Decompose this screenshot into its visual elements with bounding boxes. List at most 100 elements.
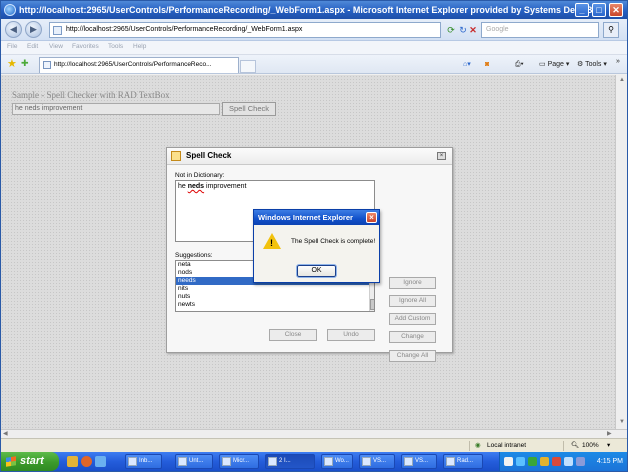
menu-file[interactable]: File — [7, 43, 17, 50]
scroll-left-icon[interactable]: ◀ — [3, 430, 8, 437]
update-tray-icon[interactable] — [540, 457, 549, 466]
minimize-button[interactable]: _ — [575, 3, 589, 17]
search-icon[interactable]: ⚲ — [603, 22, 619, 38]
taskbar-item-label: Rad... — [457, 458, 474, 464]
close-button[interactable]: Close — [269, 329, 317, 341]
add-favorites-icon[interactable]: ✚ — [21, 58, 29, 69]
suggestion-item[interactable]: nuts — [176, 293, 374, 301]
visual-studio-icon — [404, 457, 413, 466]
new-tab-button[interactable] — [240, 60, 256, 73]
taskbar-item-label: Micr... — [233, 458, 249, 464]
home-icon[interactable]: ⌂▾ — [463, 58, 471, 72]
zoom-icon[interactable]: 🔍︎ — [571, 439, 579, 452]
ie-alert-dialog: Windows Internet Explorer × ! The Spell … — [253, 209, 380, 283]
undo-button[interactable]: Undo — [327, 329, 375, 341]
start-label: start — [20, 455, 44, 467]
taskbar-item-label: VS... — [415, 458, 429, 464]
status-divider — [563, 441, 564, 451]
scroll-up-icon[interactable]: ▲ — [619, 77, 625, 83]
change-button[interactable]: Change — [389, 331, 436, 343]
taskbar-item-rad[interactable]: Rad... — [443, 454, 483, 469]
more-chevron-icon[interactable]: » — [616, 55, 620, 69]
status-bar: ◉ Local intranet 🔍︎ 100% ▾ — [1, 438, 627, 452]
taskbar-item-vs-1[interactable]: VS... — [359, 454, 395, 469]
word-icon — [324, 457, 333, 466]
clock[interactable]: 4:15 PM — [597, 452, 623, 471]
change-all-button[interactable]: Change All — [389, 350, 436, 362]
menu-edit[interactable]: Edit — [27, 43, 38, 50]
taskbar-item-label: VS... — [373, 458, 387, 464]
quicklaunch-browser-icon[interactable] — [81, 456, 92, 467]
add-custom-button[interactable]: Add Custom — [389, 313, 436, 325]
favorites-star-icon[interactable]: ★ — [7, 57, 17, 70]
taskbar-item-word[interactable]: Wo... — [321, 454, 353, 469]
page-icon: ▭ — [539, 61, 548, 68]
maximize-button[interactable]: □ — [592, 3, 606, 17]
suggestion-item[interactable]: newts — [176, 301, 374, 309]
zoom-dropdown-icon[interactable]: ▾ — [607, 439, 610, 452]
horizontal-scrollbar[interactable]: ◀ ▶ — [1, 429, 627, 438]
security-tray-icon[interactable] — [528, 457, 537, 466]
stop-icon[interactable]: ✕ — [466, 23, 480, 37]
suggestions-label: Suggestions: — [175, 252, 213, 259]
vertical-scrollbar[interactable]: ▲ ▼ — [615, 75, 627, 429]
feeds-icon[interactable]: ◙ — [485, 58, 489, 72]
network-tray-icon[interactable] — [516, 457, 525, 466]
suggestion-item[interactable]: nits — [176, 285, 374, 293]
page-menu[interactable]: ▭ Page ▾ — [539, 58, 569, 72]
taskbar-item-untitled[interactable]: Unt... — [175, 454, 213, 469]
search-input[interactable]: Google — [481, 22, 599, 38]
alert-close-button[interactable]: × — [366, 212, 377, 223]
ignore-all-button[interactable]: Ignore All — [389, 295, 436, 307]
menu-view[interactable]: View — [49, 43, 63, 50]
page-heading: Sample - Spell Checker with RAD TextBox — [12, 90, 170, 100]
app-icon — [222, 457, 231, 466]
ie-logo-icon — [4, 4, 16, 16]
menu-tools[interactable]: Tools — [108, 43, 123, 50]
quicklaunch-desktop-icon[interactable] — [95, 456, 106, 467]
app-icon — [446, 457, 455, 466]
page-content: Sample - Spell Checker with RAD TextBox … — [1, 75, 615, 429]
volume-tray-icon[interactable] — [564, 457, 573, 466]
close-window-button[interactable]: ✕ — [609, 3, 623, 17]
visual-studio-icon — [362, 457, 371, 466]
page-menu-label: Page — [547, 61, 564, 68]
menu-help[interactable]: Help — [133, 43, 146, 50]
not-in-dictionary-label: Not in Dictionary: — [175, 172, 225, 179]
scroll-right-icon[interactable]: ▶ — [607, 430, 612, 437]
forward-button[interactable]: ▶ — [25, 21, 42, 38]
quicklaunch-folder-icon[interactable] — [67, 456, 78, 467]
ie-icon — [268, 457, 277, 466]
warning-exclamation: ! — [270, 238, 273, 248]
address-url: http://localhost:2965/UserControls/Perfo… — [66, 26, 303, 33]
scroll-down-icon[interactable]: ▼ — [619, 419, 625, 425]
address-field[interactable]: http://localhost:2965/UserControls/Perfo… — [49, 22, 441, 38]
menu-favorites[interactable]: Favorites — [72, 43, 99, 50]
start-button[interactable]: start — [1, 452, 59, 471]
spell-check-button[interactable]: Spell Check — [222, 102, 276, 116]
app-tray-icon[interactable] — [576, 457, 585, 466]
alert-tray-icon[interactable] — [552, 457, 561, 466]
print-icon[interactable]: ⎙▾ — [515, 58, 524, 72]
tab-active[interactable]: http://localhost:2965/UserControls/Perfo… — [39, 57, 239, 73]
ignore-button[interactable]: Ignore — [389, 277, 436, 289]
taskbar-item-inbox[interactable]: Inb... — [125, 454, 162, 469]
taskbar-item-ie[interactable]: 2 I... — [265, 454, 315, 469]
tab-command-bar: ★ ✚ http://localhost:2965/UserControls/P… — [1, 55, 627, 74]
zoom-level[interactable]: 100% — [582, 439, 599, 452]
taskbar-item-label: Inb... — [139, 458, 153, 464]
ie-window: http://localhost:2965/UserControls/Perfo… — [0, 0, 628, 472]
help-tray-icon[interactable] — [504, 457, 513, 466]
scroll-thumb[interactable] — [370, 299, 374, 310]
taskbar-item-label: Wo... — [335, 458, 349, 464]
back-button[interactable]: ◀ — [5, 21, 22, 38]
rad-textbox[interactable]: he neds improvement — [12, 103, 220, 115]
taskbar-item-vs-2[interactable]: VS... — [401, 454, 437, 469]
spell-dialog-close-button[interactable]: × — [437, 152, 446, 160]
window-title: http://localhost:2965/UserControls/Perfo… — [19, 5, 593, 15]
menu-bar: File Edit View Favorites Tools Help — [1, 41, 627, 55]
ok-button[interactable]: OK — [296, 264, 337, 278]
taskbar-item-microsoft[interactable]: Micr... — [219, 454, 259, 469]
outlook-icon — [128, 457, 137, 466]
tools-menu[interactable]: ⚙ Tools ▾ — [577, 58, 607, 72]
